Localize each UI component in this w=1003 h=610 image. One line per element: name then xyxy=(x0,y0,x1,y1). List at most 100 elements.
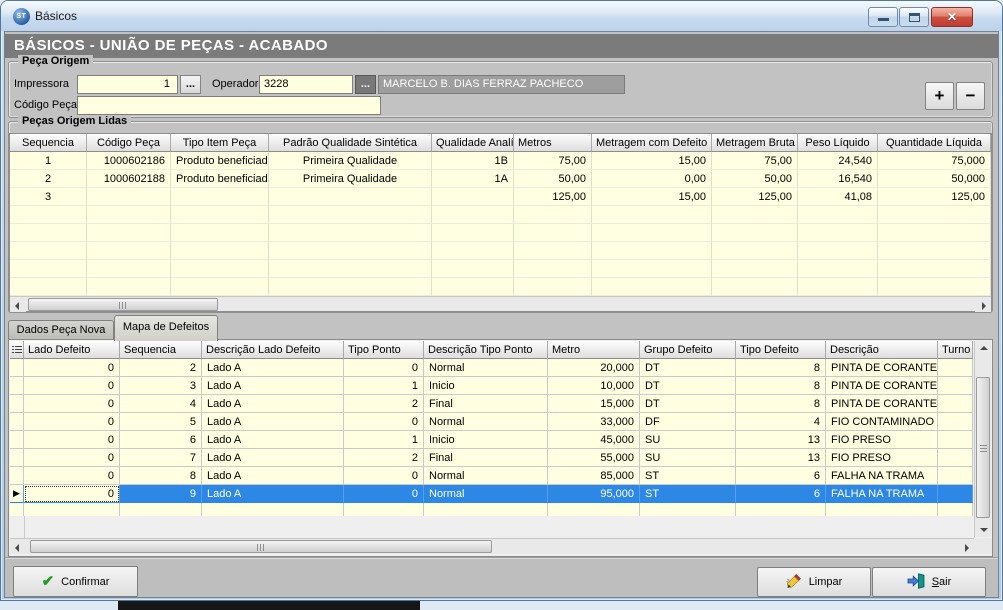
table-cell[interactable]: 8 xyxy=(736,377,826,395)
table-cell[interactable]: Normal xyxy=(424,359,548,377)
table-cell[interactable]: 0 xyxy=(344,359,424,377)
table-cell[interactable]: 1000602186 xyxy=(87,152,171,170)
table-cell[interactable]: 24,540 xyxy=(798,152,878,170)
operador-field[interactable]: 3228 xyxy=(259,75,353,94)
table-cell[interactable]: 50,000 xyxy=(878,170,991,188)
table-cell[interactable]: 125,00 xyxy=(712,188,798,206)
maximize-button[interactable] xyxy=(899,7,929,27)
table-row[interactable]: 02Lado A0Normal20,000DT8PINTA DE CORANTE xyxy=(10,359,973,377)
table-cell[interactable]: Lado A xyxy=(202,359,344,377)
column-header[interactable]: Lado Defeito xyxy=(24,341,120,359)
table-cell[interactable]: DT xyxy=(640,359,736,377)
table-cell[interactable]: PINTA DE CORANTE xyxy=(826,395,938,413)
scroll-up-button[interactable] xyxy=(976,341,991,357)
sair-button[interactable]: Sair xyxy=(872,567,986,597)
table-cell[interactable]: ST xyxy=(640,485,736,503)
hscrollbar-thumb[interactable] xyxy=(30,540,492,553)
table-row[interactable]: 03Lado A1Inicio10,000DT8PINTA DE CORANTE xyxy=(10,377,973,395)
table-cell[interactable]: Lado A xyxy=(202,377,344,395)
table-cell[interactable]: 8 xyxy=(736,359,826,377)
column-header[interactable]: Peso Líquido xyxy=(798,134,878,152)
table-cell[interactable]: 13 xyxy=(736,431,826,449)
scroll-right-button[interactable] xyxy=(975,298,991,312)
impressora-browse-button[interactable]: ... xyxy=(180,75,201,94)
table-cell[interactable]: 2 xyxy=(10,170,87,188)
table-cell[interactable]: FIO PRESO xyxy=(826,449,938,467)
table-cell[interactable]: 0 xyxy=(24,431,120,449)
table-cell[interactable]: 1A xyxy=(432,170,514,188)
table-cell[interactable]: 45,000 xyxy=(548,431,640,449)
table-cell[interactable]: 0 xyxy=(344,467,424,485)
table-cell[interactable] xyxy=(938,431,973,449)
table-cell[interactable]: FALHA NA TRAMA xyxy=(826,485,938,503)
table-row[interactable]: 07Lado A2Final55,000SU13FIO PRESO xyxy=(10,449,973,467)
table-row[interactable]: 05Lado A0Normal33,000DF4FIO CONTAMINADO xyxy=(10,413,973,431)
table-cell[interactable]: 0 xyxy=(24,485,120,503)
minimize-button[interactable] xyxy=(868,7,898,27)
titlebar[interactable]: ST Básicos ✕ xyxy=(1,1,1002,31)
table-cell[interactable] xyxy=(938,467,973,485)
table-cell[interactable]: 0 xyxy=(344,485,424,503)
table-cell[interactable] xyxy=(938,377,973,395)
column-header[interactable]: Metragem Bruta xyxy=(712,134,798,152)
confirmar-button[interactable]: ✔ Confirmar xyxy=(13,566,138,597)
table-cell[interactable]: 4 xyxy=(120,395,202,413)
table-cell[interactable] xyxy=(938,395,973,413)
table-cell[interactable]: SU xyxy=(640,449,736,467)
table-cell[interactable]: Normal xyxy=(424,467,548,485)
column-header[interactable]: Padrão Qualidade Sintética xyxy=(269,134,432,152)
column-header[interactable]: Sequencia xyxy=(10,134,87,152)
table-cell[interactable]: FIO PRESO xyxy=(826,431,938,449)
table-cell[interactable]: DT xyxy=(640,395,736,413)
table-cell[interactable]: FALHA NA TRAMA xyxy=(826,467,938,485)
table-cell[interactable] xyxy=(938,413,973,431)
table-cell[interactable]: Final xyxy=(424,449,548,467)
table-cell[interactable]: 20,000 xyxy=(548,359,640,377)
table-cell[interactable]: 16,540 xyxy=(798,170,878,188)
table-cell[interactable]: Primeira Qualidade xyxy=(269,152,432,170)
table-cell[interactable] xyxy=(269,188,432,206)
table-cell[interactable]: ST xyxy=(640,467,736,485)
table-cell[interactable]: Lado A xyxy=(202,413,344,431)
table-cell[interactable]: 8 xyxy=(736,395,826,413)
table-cell[interactable]: 13 xyxy=(736,449,826,467)
table-cell[interactable]: Lado A xyxy=(202,449,344,467)
table-cell[interactable]: 0 xyxy=(24,395,120,413)
table-cell[interactable]: Produto beneficiado xyxy=(171,170,269,188)
column-header[interactable]: Grupo Defeito xyxy=(640,341,736,359)
table-cell[interactable]: 15,000 xyxy=(548,395,640,413)
table-cell[interactable]: PINTA DE CORANTE xyxy=(826,377,938,395)
table-cell[interactable]: 75,00 xyxy=(514,152,592,170)
column-header[interactable]: Quantidade Líquida xyxy=(878,134,991,152)
table-row[interactable]: ▶09Lado A0Normal95,000ST6FALHA NA TRAMA xyxy=(10,485,973,503)
table-cell[interactable]: PINTA DE CORANTE xyxy=(826,359,938,377)
table-cell[interactable]: 0 xyxy=(344,413,424,431)
table-cell[interactable] xyxy=(87,188,171,206)
table-cell[interactable]: 6 xyxy=(736,485,826,503)
table-cell[interactable] xyxy=(432,188,514,206)
add-button[interactable]: + xyxy=(925,82,954,110)
table-cell[interactable]: 3 xyxy=(120,377,202,395)
table-cell[interactable]: Inicio xyxy=(424,377,548,395)
table-cell[interactable]: 10,000 xyxy=(548,377,640,395)
table-cell[interactable]: 125,00 xyxy=(878,188,991,206)
column-header[interactable]: Descrição Lado Defeito xyxy=(202,341,344,359)
table-row[interactable]: 11000602186Produto beneficiadoPrimeira Q… xyxy=(10,152,991,170)
scroll-left-button[interactable] xyxy=(10,540,26,554)
table-cell[interactable]: 0 xyxy=(24,449,120,467)
defeitos-vscrollbar[interactable] xyxy=(974,341,991,537)
table-cell[interactable]: 7 xyxy=(120,449,202,467)
table-cell[interactable]: 2 xyxy=(120,359,202,377)
vscrollbar-thumb[interactable] xyxy=(976,377,990,518)
column-header[interactable]: Metragem com Defeito xyxy=(592,134,712,152)
column-header[interactable]: Descrição xyxy=(826,341,938,359)
impressora-field[interactable]: 1 xyxy=(77,75,178,94)
column-header[interactable]: Sequencia xyxy=(120,341,202,359)
scroll-down-button[interactable] xyxy=(976,521,991,537)
column-header[interactable]: Tipo Item Peça xyxy=(171,134,269,152)
table-cell[interactable]: SU xyxy=(640,431,736,449)
defeitos-hscrollbar[interactable] xyxy=(10,538,974,554)
table-cell[interactable] xyxy=(938,449,973,467)
column-header[interactable]: Turno xyxy=(938,341,973,359)
tab-mapa-de-defeitos[interactable]: Mapa de Defeitos xyxy=(114,315,218,341)
